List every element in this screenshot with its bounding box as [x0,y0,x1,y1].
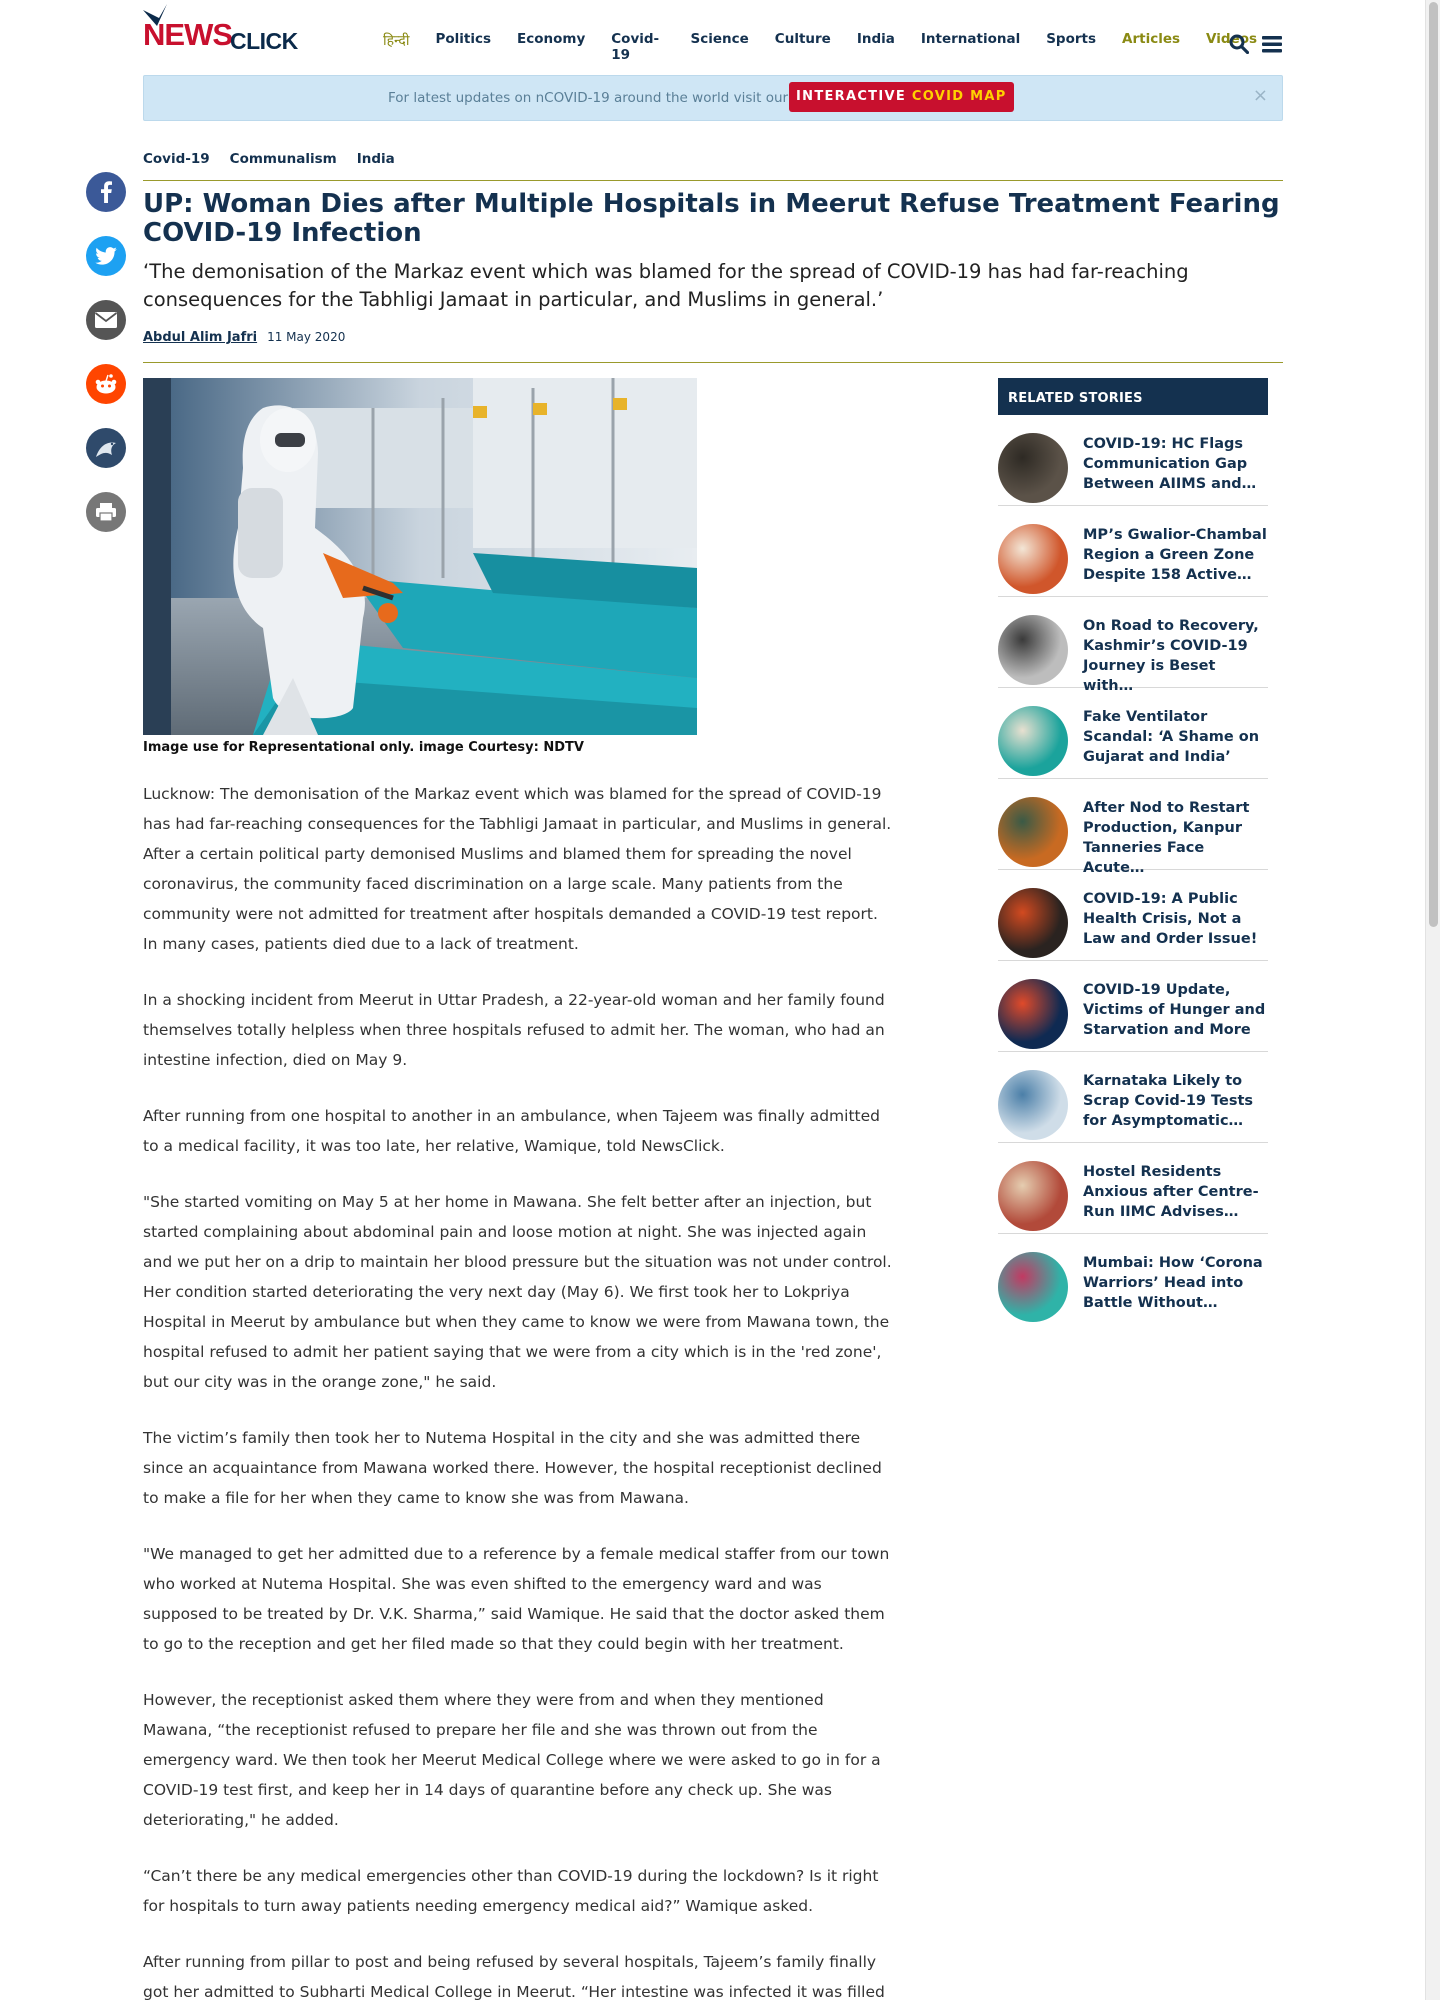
facebook-icon[interactable] [86,172,126,212]
story-title[interactable]: COVID-19: A Public Health Crisis, Not a … [1083,889,1268,949]
breadcrumb: Covid-19 Communalism India [143,151,395,167]
twitter-icon[interactable] [86,236,126,276]
banner-close-icon[interactable]: × [1253,85,1268,106]
scrollbar-thumb[interactable] [1429,2,1438,927]
print-icon[interactable] [86,492,126,532]
related-story[interactable]: Karnataka Likely to Scrap Covid-19 Tests… [998,1052,1268,1143]
story-thumbnail [998,888,1068,958]
story-title[interactable]: Karnataka Likely to Scrap Covid-19 Tests… [1083,1071,1268,1131]
story-thumbnail [998,1252,1068,1322]
story-title[interactable]: After Nod to Restart Production, Kanpur … [1083,798,1268,878]
nav-item-economy[interactable]: Economy [517,31,585,63]
story-title[interactable]: COVID-19 Update, Victims of Hunger and S… [1083,980,1268,1040]
cta-part2: COVID MAP [911,89,1007,104]
related-story[interactable]: COVID-19 Update, Victims of Hunger and S… [998,961,1268,1052]
site-header: NEWS CLICK हिन्दी Politics Economy Covid… [143,0,1283,66]
paragraph: After running from one hospital to anoth… [143,1107,880,1155]
story-thumbnail [998,433,1068,503]
related-story[interactable]: COVID-19: A Public Health Crisis, Not a … [998,870,1268,961]
article-title: UP: Woman Dies after Multiple Hospitals … [143,189,1280,248]
story-thumbnail [998,1161,1068,1231]
paragraph: “Can’t there be any medical emergencies … [143,1867,879,1915]
story-thumbnail [998,615,1068,685]
related-story[interactable]: On Road to Recovery, Kashmir’s COVID-19 … [998,597,1268,694]
nav-item-covid19[interactable]: Covid-19 [611,31,664,63]
koo-icon[interactable] [86,428,126,468]
related-heading: RELATED STORIES [998,378,1268,415]
hamburger-menu-icon[interactable] [1261,34,1283,54]
article-subtitle: ‘The demonisation of the Markaz event wh… [143,260,1189,311]
nav-item-culture[interactable]: Culture [775,31,831,63]
tag-communalism[interactable]: Communalism [230,151,337,167]
story-thumbnail [998,706,1068,776]
related-stories: RELATED STORIES COVID-19: HC Flags Commu… [998,378,1268,1325]
related-story[interactable]: After Nod to Restart Production, Kanpur … [998,779,1268,876]
page-scrollbar[interactable] [1425,0,1440,2000]
paragraph: In a shocking incident from Meerut in Ut… [143,991,885,1069]
divider [143,180,1283,181]
story-thumbnail [998,524,1068,594]
paragraph: "She started vomiting on May 5 at her ho… [143,1193,892,1391]
nav-item-hindi[interactable]: हिन्दी [383,31,409,63]
story-thumbnail [998,979,1068,1049]
author-link[interactable]: Abdul Alim Jafri [143,330,257,345]
story-thumbnail [998,797,1068,867]
image-caption: Image use for Representational only. ima… [143,740,584,755]
tag-india[interactable]: India [357,151,395,167]
story-title[interactable]: MP’s Gwalior-Chambal Region a Green Zone… [1083,525,1268,585]
email-icon[interactable] [86,300,126,340]
article-body: Lucknow: The demonisation of the Markaz … [143,779,895,2000]
divider [143,362,1283,363]
byline: Abdul Alim Jafri 11 May 2020 [143,330,345,345]
tag-covid19[interactable]: Covid-19 [143,151,210,167]
paragraph: After running from pillar to post and be… [143,1953,885,2000]
search-icon[interactable] [1229,34,1249,54]
paragraph: However, the receptionist asked them whe… [143,1691,881,1829]
nav-item-india[interactable]: India [857,31,895,63]
publish-date: 11 May 2020 [267,330,346,344]
story-title[interactable]: On Road to Recovery, Kashmir’s COVID-19 … [1083,616,1268,696]
related-story[interactable]: Mumbai: How ‘Corona Warriors’ Head into … [998,1234,1268,1325]
related-story[interactable]: MP’s Gwalior-Chambal Region a Green Zone… [998,506,1268,597]
story-title[interactable]: Fake Ventilator Scandal: ‘A Shame on Guj… [1083,707,1268,767]
story-thumbnail [998,1070,1068,1140]
covid-banner: For latest updates on nCOVID-19 around t… [143,75,1283,121]
logo-news-text: NEWS [143,17,233,52]
banner-text: For latest updates on nCOVID-19 around t… [388,90,789,106]
nav-item-international[interactable]: International [921,31,1020,63]
related-story[interactable]: Hostel Residents Anxious after Centre-Ru… [998,1143,1268,1234]
share-bar [86,172,126,532]
paragraph: "We managed to get her admitted due to a… [143,1545,890,1653]
nav-item-articles[interactable]: Articles [1122,31,1180,63]
story-title[interactable]: COVID-19: HC Flags Communication Gap Bet… [1083,434,1268,494]
paragraph: Lucknow: The demonisation of the Markaz … [143,785,892,953]
covid-map-button[interactable]: INTERACTIVE COVID MAP [789,82,1014,112]
hero-image [143,378,697,735]
nav-item-science[interactable]: Science [691,31,749,63]
paragraph: The victim’s family then took her to Nut… [143,1429,882,1507]
story-title[interactable]: Hostel Residents Anxious after Centre-Ru… [1083,1162,1268,1222]
story-title[interactable]: Mumbai: How ‘Corona Warriors’ Head into … [1083,1253,1268,1313]
logo-click-text: CLICK [230,28,298,54]
related-story[interactable]: COVID-19: HC Flags Communication Gap Bet… [998,415,1268,506]
nav-item-politics[interactable]: Politics [435,31,491,63]
cta-part1: INTERACTIVE [796,89,907,104]
main-nav: हिन्दी Politics Economy Covid-19 Science… [383,31,1283,63]
header-icons [1229,34,1283,54]
newsclick-logo[interactable]: NEWS CLICK [143,4,313,54]
reddit-icon[interactable] [86,364,126,404]
nav-item-sports[interactable]: Sports [1046,31,1096,63]
related-story[interactable]: Fake Ventilator Scandal: ‘A Shame on Guj… [998,688,1268,779]
